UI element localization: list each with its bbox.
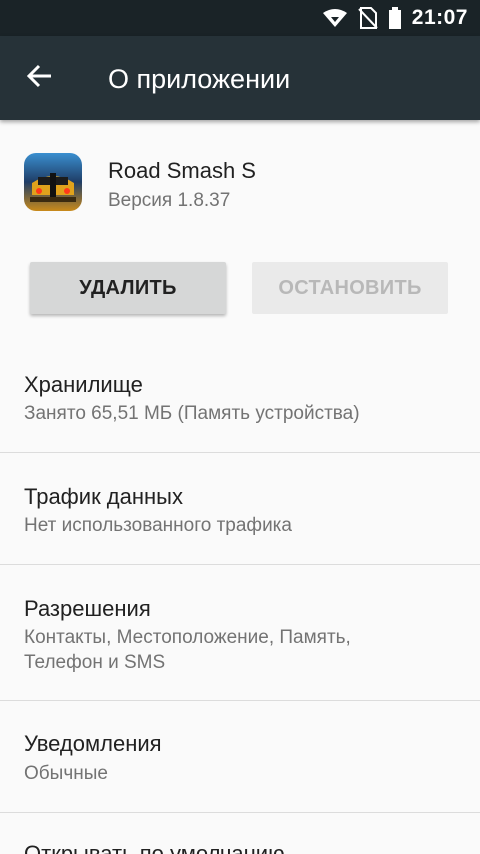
- setting-open-by-default[interactable]: Открывать по умолчанию: [0, 813, 480, 854]
- clock: 21:07: [411, 6, 468, 29]
- setting-data-usage[interactable]: Трафик данных Нет использованного трафик…: [0, 453, 480, 564]
- arrow-back-icon: [26, 62, 54, 95]
- setting-storage[interactable]: Хранилище Занято 65,51 МБ (Память устрой…: [0, 352, 480, 452]
- back-button[interactable]: [14, 52, 66, 104]
- setting-summary: Занято 65,51 МБ (Память устройства): [24, 403, 360, 424]
- uninstall-button[interactable]: УДАЛИТЬ: [30, 262, 226, 314]
- status-bar: 21:07: [0, 0, 480, 36]
- page-title: О приложении: [108, 64, 291, 94]
- setting-summary: Контакты, Местоположение, Память, Телефо…: [24, 627, 351, 673]
- setting-title: Уведомления: [24, 731, 162, 756]
- setting-title: Трафик данных: [24, 484, 183, 509]
- setting-notifications[interactable]: Уведомления Обычные: [0, 701, 480, 812]
- setting-permissions[interactable]: Разрешения Контакты, Местоположение, Пам…: [0, 565, 480, 700]
- battery-icon: [388, 7, 402, 29]
- app-header: Road Smash S Версия 1.8.37: [0, 122, 480, 232]
- stop-button[interactable]: ОСТАНОВИТЬ: [252, 262, 448, 314]
- setting-title: Хранилище: [24, 372, 143, 397]
- app-bar: О приложении: [0, 36, 480, 120]
- game-car-icon: [24, 153, 82, 211]
- setting-title: Открывать по умолчанию: [24, 841, 285, 854]
- setting-title: Разрешения: [24, 596, 151, 621]
- app-name: Road Smash S: [108, 158, 256, 183]
- app-version: Версия 1.8.37: [108, 190, 231, 211]
- status-icons: 21:07: [322, 0, 468, 36]
- setting-summary: Нет использованного трафика: [24, 515, 292, 536]
- app-icon: [24, 153, 82, 211]
- setting-summary: Обычные: [24, 763, 108, 784]
- wifi-icon: [322, 8, 348, 28]
- no-sim-icon: [358, 7, 378, 29]
